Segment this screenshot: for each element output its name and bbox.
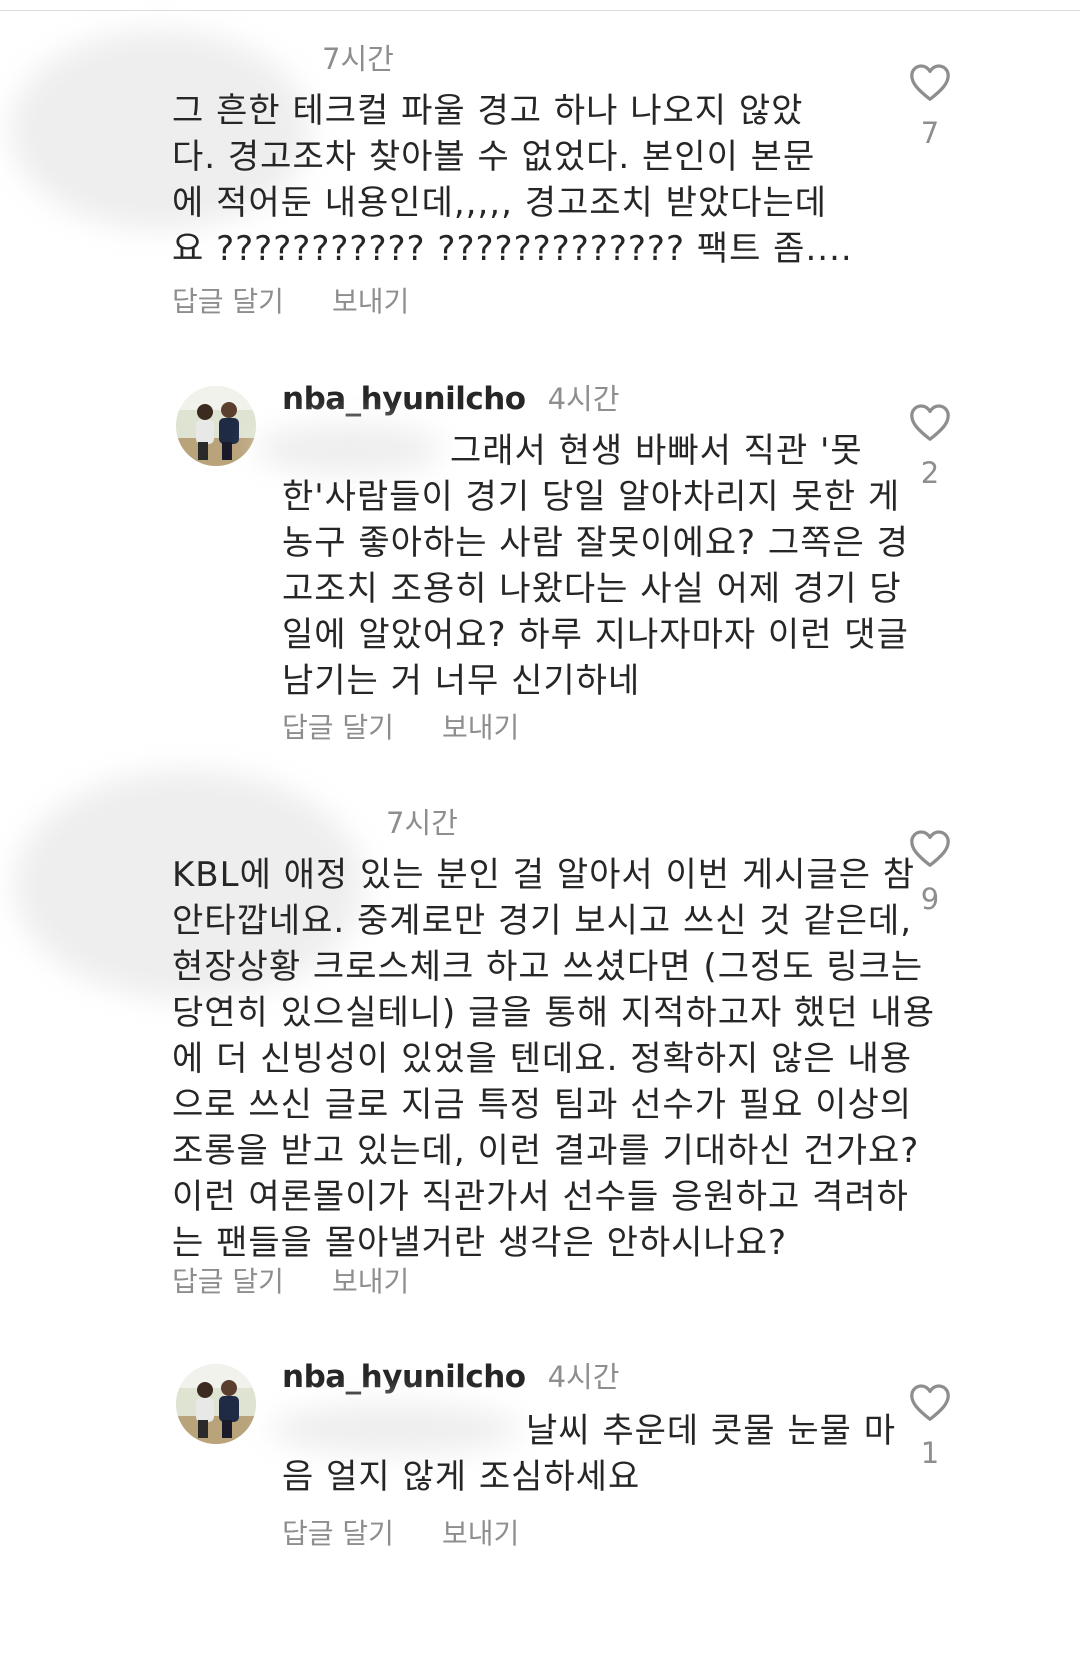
comment-text: 날씨 추운데 콧물 눈물 마 음 얼지 않게 조심하세요 bbox=[282, 1408, 896, 1500]
comment-line: 다. 경고조차 찾아볼 수 없었다. 본인이 본문 bbox=[172, 137, 816, 177]
comment-line: 음 얼지 않게 조심하세요 bbox=[282, 1457, 641, 1497]
comment-text: 그 흔한 테크컬 파울 경고 하나 나오지 않았 다. 경고조차 찾아볼 수 없… bbox=[172, 88, 853, 272]
comment-line: 에 더 신빙성이 있었을 텐데요. 정확하지 않은 내용 bbox=[172, 1039, 913, 1079]
comment-username[interactable]: nba_hyunilcho bbox=[282, 381, 526, 417]
reply-button[interactable]: 답글 달기 bbox=[172, 280, 284, 320]
like-control: 7 bbox=[902, 62, 958, 150]
comment-line: 이런 여론몰이가 직관가서 선수들 응원하고 격려하 bbox=[172, 1177, 909, 1217]
heart-outline-icon[interactable] bbox=[908, 62, 952, 102]
reply-button[interactable]: 답글 달기 bbox=[172, 1260, 284, 1300]
comments-page: 7시간 그 흔한 테크컬 파울 경고 하나 나오지 않았 다. 경고조차 찾아볼… bbox=[0, 0, 1080, 1676]
avatar-photo bbox=[176, 1364, 256, 1444]
comment-line: 에 적어둔 내용인데,,,,, 경고조치 받았다는데 bbox=[172, 183, 828, 223]
send-button[interactable]: 보내기 bbox=[442, 706, 519, 746]
like-count: 2 bbox=[920, 456, 940, 490]
comment-line: 그래서 현생 바빠서 직관 '못 bbox=[450, 431, 863, 471]
heart-outline-icon[interactable] bbox=[908, 402, 952, 442]
heart-outline-icon[interactable] bbox=[908, 828, 952, 868]
comment-actions: 답글 달기 보내기 bbox=[172, 280, 409, 320]
comment-actions: 답글 달기 보내기 bbox=[282, 706, 519, 746]
comment-meta: 7시간 bbox=[364, 800, 458, 842]
comment-line: 일에 알았어요? 하루 지나자마자 이런 댓글 bbox=[282, 615, 909, 655]
comment-meta: nba_hyunilcho 4시간 bbox=[282, 376, 619, 418]
reply-button[interactable]: 답글 달기 bbox=[282, 706, 394, 746]
comment-line: 날씨 추운데 콧물 눈물 마 bbox=[526, 1411, 897, 1451]
comment-actions: 답글 달기 보내기 bbox=[282, 1512, 519, 1552]
comment-line: KBL에 애정 있는 분인 걸 알아서 이번 게시글은 참 bbox=[172, 855, 916, 895]
comment-actions: 답글 달기 보내기 bbox=[172, 1260, 409, 1300]
like-count: 9 bbox=[920, 882, 940, 916]
like-control: 2 bbox=[902, 402, 958, 490]
comment-line: 조롱을 받고 있는데, 이런 결과를 기대하신 건가요? bbox=[172, 1131, 920, 1171]
comment-text: 그래서 현생 바빠서 직관 '못 한'사람들이 경기 당일 알아차리지 못한 게… bbox=[282, 428, 909, 704]
comment-line: 농구 좋아하는 사람 잘못이에요? 그쪽은 경 bbox=[282, 523, 909, 563]
like-count: 7 bbox=[920, 116, 940, 150]
comment-text: KBL에 애정 있는 분인 걸 알아서 이번 게시글은 참 안타깝네요. 중계로… bbox=[172, 852, 935, 1266]
comment-time: 7시간 bbox=[322, 42, 394, 76]
send-button[interactable]: 보내기 bbox=[332, 280, 409, 320]
avatar[interactable] bbox=[176, 1364, 256, 1444]
comment-line: 그 흔한 테크컬 파울 경고 하나 나오지 않았 bbox=[172, 91, 804, 131]
comment-time: 4시간 bbox=[547, 1360, 620, 1394]
comment-line: 고조치 조용히 나왔다는 사실 어제 경기 당 bbox=[282, 569, 902, 609]
comment-time: 4시간 bbox=[547, 382, 620, 416]
comment-line: 안타깝네요. 중계로만 경기 보시고 쓰신 것 같은데, bbox=[172, 901, 913, 941]
comment-username[interactable]: nba_hyunilcho bbox=[282, 1359, 526, 1395]
comment-meta: nba_hyunilcho 4시간 bbox=[282, 1354, 619, 1396]
reply-button[interactable]: 답글 달기 bbox=[282, 1512, 394, 1552]
comment-meta: 7시간 bbox=[300, 36, 394, 78]
divider bbox=[0, 10, 1080, 11]
send-button[interactable]: 보내기 bbox=[442, 1512, 519, 1552]
comment-line: 요 ??????????? ????????????? 팩트 좀.... bbox=[172, 229, 853, 269]
comment-line: 현장상황 크로스체크 하고 쓰셨다면 (그정도 링크는 bbox=[172, 947, 924, 987]
avatar-photo bbox=[176, 386, 256, 466]
comment-line: 한'사람들이 경기 당일 알아차리지 못한 게 bbox=[282, 477, 901, 517]
like-count: 1 bbox=[920, 1436, 940, 1470]
comment-line: 남기는 거 너무 신기하네 bbox=[282, 661, 641, 701]
avatar[interactable] bbox=[176, 386, 256, 466]
send-button[interactable]: 보내기 bbox=[332, 1260, 409, 1300]
comment-line: 으로 쓰신 글로 지금 특정 팀과 선수가 필요 이상의 bbox=[172, 1085, 913, 1125]
comment-line: 당연히 있으실테니) 글을 통해 지적하고자 했던 내용 bbox=[172, 993, 935, 1033]
like-control: 1 bbox=[902, 1382, 958, 1470]
heart-outline-icon[interactable] bbox=[908, 1382, 952, 1422]
like-control: 9 bbox=[902, 828, 958, 916]
comment-time: 7시간 bbox=[386, 806, 458, 840]
